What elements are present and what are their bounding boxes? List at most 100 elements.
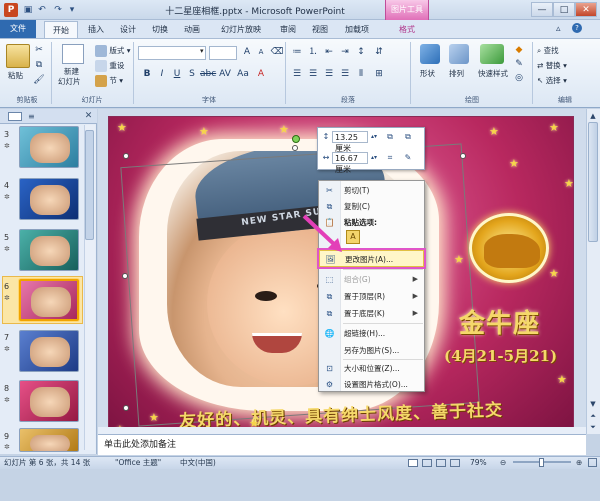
decrease-indent-icon[interactable]: ⇤ [322, 46, 336, 59]
zoom-in-icon[interactable]: ⊕ [576, 457, 582, 469]
smartart-icon[interactable]: ⊞ [372, 68, 386, 81]
tab-slideshow[interactable]: 幻灯片放映 [212, 21, 270, 38]
pane-close-icon[interactable]: ✕ [82, 110, 95, 123]
quick-styles-label[interactable]: 快速样式 [478, 68, 508, 79]
layout-button[interactable]: 版式 ▾ [95, 45, 131, 57]
fit-to-window-icon[interactable] [588, 458, 597, 467]
scroll-up-icon[interactable]: ▲ [587, 110, 599, 122]
slide-thumbnail-4[interactable] [19, 178, 79, 220]
shape-outline-icon[interactable]: ✎ [402, 152, 414, 164]
menu-item-send-to-back[interactable]: ⧉ 置于底层(K) ▶ [319, 305, 424, 322]
rotation-handle[interactable] [292, 135, 300, 143]
sign-dates[interactable]: (4月21-5月21) [444, 345, 557, 366]
tab-format[interactable]: 格式 [385, 21, 429, 38]
normal-view-icon[interactable] [408, 459, 418, 467]
cut-icon[interactable]: ✂ [32, 44, 46, 57]
slide-sorter-icon[interactable] [422, 459, 432, 467]
char-spacing-icon[interactable]: AV [218, 68, 232, 81]
tab-home[interactable]: 开始 [44, 21, 78, 38]
font-size-input[interactable] [209, 46, 237, 60]
arrange-icon[interactable] [449, 44, 469, 64]
theme-name[interactable]: "Office 主题" [115, 457, 161, 469]
menu-item-copy[interactable]: ⧉ 复制(C) [319, 198, 424, 215]
paste-button-label[interactable]: 粘贴 [8, 70, 23, 81]
numbering-icon[interactable]: ⒈ [306, 46, 320, 59]
resize-handle[interactable] [123, 153, 129, 159]
language-indicator[interactable]: 中文(中国) [180, 457, 216, 469]
menu-item-format-picture[interactable]: ⚙ 设置图片格式(O)... [319, 376, 424, 393]
reading-view-icon[interactable] [436, 459, 446, 467]
font-name-input[interactable] [138, 46, 206, 60]
pane-scroll-thumb[interactable] [85, 130, 94, 240]
tab-file[interactable]: 文件 [0, 20, 36, 38]
align-center-icon[interactable]: ☰ [306, 68, 320, 81]
next-slide-icon[interactable]: ⏷ [587, 421, 599, 433]
menu-item-group[interactable]: ⬚ 组合(G) ▶ [319, 271, 424, 288]
bring-forward-icon[interactable]: ⧉ [384, 131, 396, 143]
tab-review[interactable]: 审阅 [274, 21, 302, 38]
grow-font-icon[interactable]: A [240, 46, 254, 59]
shadow-icon[interactable]: S [185, 68, 199, 81]
pane-splitter[interactable] [98, 427, 586, 434]
line-spacing-icon[interactable]: ↕ [354, 46, 368, 59]
reset-button[interactable]: 重设 [95, 60, 124, 72]
tab-design[interactable]: 设计 [114, 21, 142, 38]
shapes-icon[interactable] [420, 44, 440, 64]
underline-icon[interactable]: U [170, 68, 184, 81]
outline-tab-icon[interactable]: ≡ [28, 112, 42, 121]
select-button[interactable]: ↖ 选择 ▾ [537, 75, 567, 86]
powerpoint-app-icon[interactable]: P [4, 3, 18, 17]
slide-thumbnail-6[interactable] [19, 279, 79, 321]
new-slide-label-2[interactable]: 幻灯片 [58, 76, 81, 87]
notes-pane[interactable]: 单击此处添加备注 [98, 434, 586, 455]
replace-button[interactable]: ⇄ 替换 ▾ [537, 60, 567, 71]
width-spinner-icon[interactable]: ▴▾ [368, 152, 380, 164]
menu-item-bring-to-front[interactable]: ⧉ 置于顶层(R) ▶ [319, 288, 424, 305]
shape-fill-icon[interactable]: ◆ [512, 44, 526, 57]
save-icon[interactable]: ▣ [22, 4, 34, 16]
paste-keep-format-icon[interactable]: A [346, 230, 360, 244]
increase-indent-icon[interactable]: ⇥ [338, 46, 352, 59]
arrange-label[interactable]: 排列 [449, 68, 464, 79]
height-spinner-icon[interactable]: ▴▾ [368, 131, 380, 143]
italic-icon[interactable]: I [155, 68, 169, 81]
send-backward-icon[interactable]: ⧉ [402, 131, 414, 143]
bold-icon[interactable]: B [140, 68, 154, 81]
tab-transitions[interactable]: 切换 [146, 21, 174, 38]
customize-qat-icon[interactable]: ▾ [66, 4, 78, 16]
resize-handle[interactable] [123, 405, 129, 411]
slides-tab-icon[interactable] [8, 112, 22, 121]
menu-item-save-as-picture[interactable]: 另存为图片(S)... [319, 342, 424, 359]
shape-outline-icon[interactable]: ✎ [512, 58, 526, 71]
align-right-icon[interactable]: ☰ [322, 68, 336, 81]
zoom-out-icon[interactable]: ⊖ [500, 457, 506, 469]
ribbon-minimize-icon[interactable]: ▵ [556, 24, 561, 34]
shrink-font-icon[interactable]: A [254, 46, 268, 59]
resize-handle[interactable] [292, 145, 298, 151]
slide-thumbnail-7[interactable] [19, 330, 79, 372]
zoom-level[interactable]: 79% [470, 457, 487, 469]
zoom-slider-knob[interactable] [539, 458, 544, 467]
font-color-icon[interactable]: A [254, 68, 268, 81]
font-dropdown-icon[interactable]: ▾ [200, 47, 204, 55]
slide-thumbnail-3[interactable] [19, 126, 79, 168]
align-left-icon[interactable]: ☰ [290, 68, 304, 81]
slide-thumbnail-5[interactable] [19, 229, 79, 271]
menu-item-hyperlink[interactable]: 🌐 超链接(H)... [319, 325, 424, 342]
section-button[interactable]: 节 ▾ [95, 75, 123, 87]
bullets-icon[interactable]: ≔ [290, 46, 304, 59]
copy-icon[interactable]: ⧉ [32, 59, 46, 72]
crop-icon[interactable]: ⌗ [384, 152, 396, 164]
clear-format-icon[interactable]: ⌫ [270, 46, 284, 59]
paste-icon[interactable] [6, 44, 30, 68]
slide-scroll-thumb[interactable] [588, 122, 598, 242]
strikethrough-icon[interactable]: abc [200, 68, 216, 81]
maximize-button[interactable]: □ [553, 2, 575, 17]
new-slide-icon[interactable] [62, 44, 84, 64]
width-input[interactable]: 16.67 厘米 [332, 152, 368, 174]
height-input[interactable]: 13.25 厘米 [332, 131, 368, 153]
columns-icon[interactable]: ⫴ [354, 68, 368, 81]
quick-styles-icon[interactable] [480, 44, 504, 64]
format-painter-icon[interactable]: 🖌 [32, 74, 46, 87]
change-case-icon[interactable]: Aa [236, 68, 250, 81]
